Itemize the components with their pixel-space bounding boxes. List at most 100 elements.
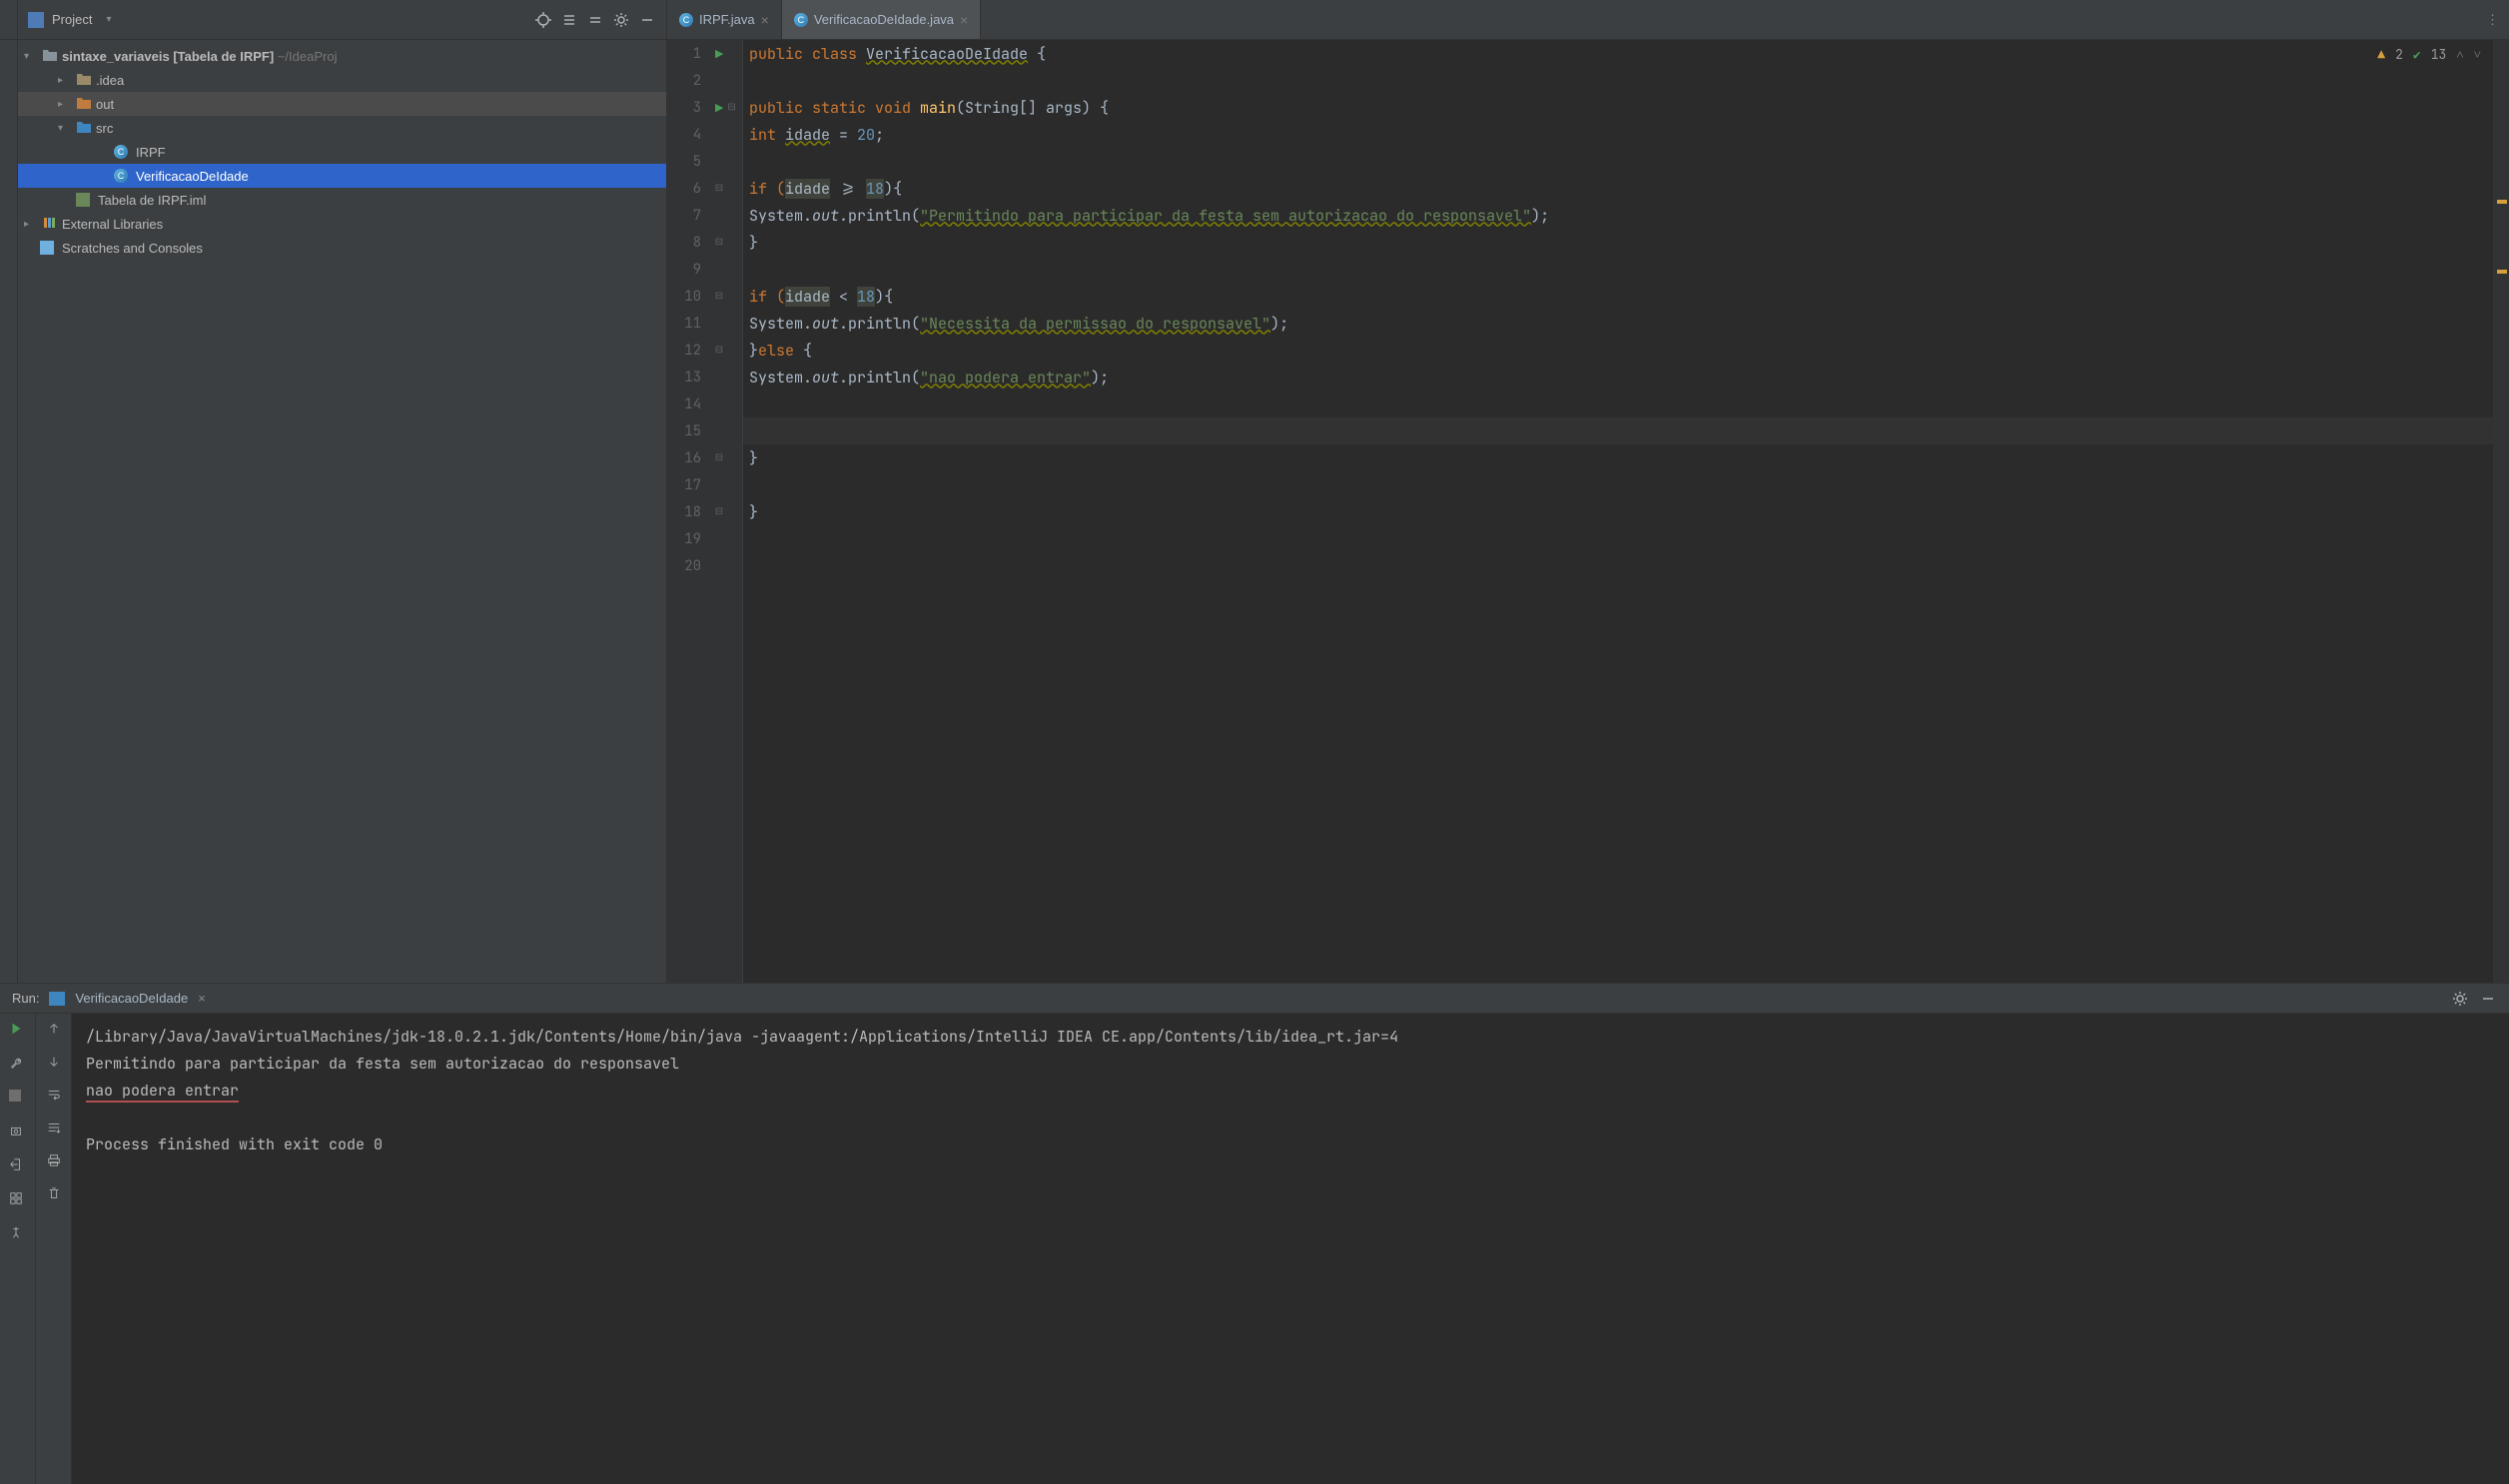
code-line-current[interactable] (743, 417, 2493, 444)
close-icon[interactable]: × (198, 991, 206, 1006)
code-line[interactable]: public static void main(String[] args) { (743, 94, 2493, 121)
line-number[interactable]: 12 (667, 342, 711, 360)
tree-folder-src[interactable]: ▾ src (18, 116, 666, 140)
fold-icon[interactable]: ⊟ (711, 345, 727, 356)
line-number[interactable]: 18 (667, 503, 711, 521)
chevron-down-icon[interactable]: ▾ (106, 14, 111, 25)
up-icon[interactable] (47, 1022, 61, 1039)
code-line[interactable] (743, 67, 2493, 94)
soft-wrap-icon[interactable] (47, 1088, 61, 1105)
tree-file-verificacao[interactable]: C VerificacaoDeIdade (18, 164, 666, 188)
stop-icon[interactable] (9, 1090, 27, 1108)
rerun-icon[interactable] (9, 1022, 27, 1040)
fold-icon[interactable]: ⊟ (711, 452, 727, 463)
line-number[interactable]: 3 (667, 99, 711, 117)
fold-icon[interactable]: ⊟ (723, 102, 739, 113)
code-line[interactable]: } (743, 444, 2493, 471)
line-number[interactable]: 4 (667, 126, 711, 144)
pin-icon[interactable] (9, 1225, 27, 1243)
line-number[interactable]: 13 (667, 369, 711, 386)
code-line[interactable] (743, 256, 2493, 283)
code-line[interactable]: }else { (743, 337, 2493, 364)
line-number[interactable]: 8 (667, 234, 711, 252)
line-number[interactable]: 1 (667, 45, 711, 63)
code-line[interactable] (743, 552, 2493, 579)
chevron-down-icon[interactable]: ▾ (24, 51, 38, 62)
tree-folder-idea[interactable]: ▸ .idea (18, 68, 666, 92)
wrench-icon[interactable] (9, 1056, 27, 1074)
line-number[interactable]: 17 (667, 476, 711, 494)
fold-icon[interactable]: ⊟ (711, 291, 727, 302)
code-line[interactable]: if (idade >= 18){ (743, 175, 2493, 202)
print-icon[interactable] (47, 1153, 61, 1170)
code-line[interactable]: if (idade < 18){ (743, 283, 2493, 310)
line-number[interactable]: 9 (667, 261, 711, 279)
tree-folder-out[interactable]: ▸ out (18, 92, 666, 116)
chevron-down-icon[interactable]: ▾ (58, 123, 72, 134)
line-number[interactable]: 6 (667, 180, 711, 198)
line-number[interactable]: 14 (667, 395, 711, 413)
line-number[interactable]: 5 (667, 153, 711, 171)
code-line[interactable] (743, 471, 2493, 498)
kebab-icon[interactable]: ⋮ (2486, 12, 2499, 28)
trash-icon[interactable] (47, 1186, 61, 1203)
code-line[interactable]: System.out.println("Permitindo para part… (743, 202, 2493, 229)
line-number[interactable]: 20 (667, 557, 711, 575)
line-number[interactable]: 11 (667, 315, 711, 333)
stripe-warning-mark[interactable] (2497, 270, 2507, 274)
line-number[interactable]: 15 (667, 422, 711, 440)
chevron-down-icon[interactable]: ˅ (2474, 46, 2481, 63)
run-tab-label[interactable]: VerificacaoDeIdade (75, 991, 188, 1006)
project-tree[interactable]: ▾ sintaxe_variaveis [Tabela de IRPF] ~/I… (18, 40, 667, 983)
code-line[interactable]: System.out.println("nao podera entrar"); (743, 364, 2493, 390)
warning-icon[interactable]: ▲ (2377, 46, 2385, 63)
scroll-to-end-icon[interactable] (47, 1120, 61, 1137)
tree-file-iml[interactable]: Tabela de IRPF.iml (18, 188, 666, 212)
fold-icon[interactable]: ⊟ (711, 183, 727, 194)
tree-scratches[interactable]: Scratches and Consoles (18, 236, 666, 260)
locate-icon[interactable] (534, 11, 552, 29)
chevron-right-icon[interactable]: ▸ (58, 75, 72, 86)
tree-external-libraries[interactable]: ▸ External Libraries (18, 212, 666, 236)
fold-icon[interactable]: ⊟ (711, 506, 727, 517)
code-line[interactable] (743, 148, 2493, 175)
project-toolwindow-header[interactable]: Project ▾ (18, 0, 667, 39)
code-line[interactable]: } (743, 498, 2493, 525)
code-line[interactable]: } (743, 229, 2493, 256)
line-number[interactable]: 2 (667, 72, 711, 90)
layout-icon[interactable] (9, 1191, 27, 1209)
minimize-icon[interactable] (638, 11, 656, 29)
code-line[interactable]: System.out.println("Necessita da permiss… (743, 310, 2493, 337)
code-area[interactable]: ▲2 ✔13 ˄ ˅ public class VerificacaoDeIda… (743, 40, 2493, 983)
line-number[interactable]: 10 (667, 288, 711, 306)
error-stripe[interactable] (2493, 40, 2509, 983)
chevron-right-icon[interactable]: ▸ (58, 99, 72, 110)
minimize-icon[interactable] (2479, 990, 2497, 1008)
expand-all-icon[interactable] (560, 11, 578, 29)
tree-file-irpf[interactable]: C IRPF (18, 140, 666, 164)
code-line[interactable] (743, 390, 2493, 417)
gear-icon[interactable] (2451, 990, 2469, 1008)
run-gutter-icon[interactable]: ▶ (715, 47, 723, 60)
tab-verificacao[interactable]: C VerificacaoDeIdade.java × (782, 0, 981, 39)
line-number[interactable]: 19 (667, 530, 711, 548)
collapse-all-icon[interactable] (586, 11, 604, 29)
line-number[interactable]: 16 (667, 449, 711, 467)
code-line[interactable] (743, 525, 2493, 552)
close-icon[interactable]: × (960, 12, 968, 28)
exit-icon[interactable] (9, 1157, 27, 1175)
code-line[interactable]: int idade = 20; (743, 121, 2493, 148)
gutter[interactable]: 1▶ 2 3▶⊟ 4 5 6⊟ 7 8⊟ 9 10⊟ 11 12⊟ 13 14 … (667, 40, 743, 983)
editor[interactable]: 1▶ 2 3▶⊟ 4 5 6⊟ 7 8⊟ 9 10⊟ 11 12⊟ 13 14 … (667, 40, 2509, 983)
tab-irpf[interactable]: C IRPF.java × (667, 0, 782, 39)
chevron-right-icon[interactable]: ▸ (24, 219, 38, 230)
chevron-up-icon[interactable]: ˄ (2456, 46, 2463, 63)
code-line[interactable]: public class VerificacaoDeIdade { (743, 40, 2493, 67)
tree-root[interactable]: ▾ sintaxe_variaveis [Tabela de IRPF] ~/I… (18, 44, 666, 68)
line-number[interactable]: 7 (667, 207, 711, 225)
check-icon[interactable]: ✔ (2413, 46, 2421, 63)
fold-icon[interactable]: ⊟ (711, 237, 727, 248)
down-icon[interactable] (47, 1055, 61, 1072)
console-output[interactable]: /Library/Java/JavaVirtualMachines/jdk-18… (72, 1014, 2509, 1484)
inspection-bar[interactable]: ▲2 ✔13 ˄ ˅ (2377, 46, 2481, 63)
